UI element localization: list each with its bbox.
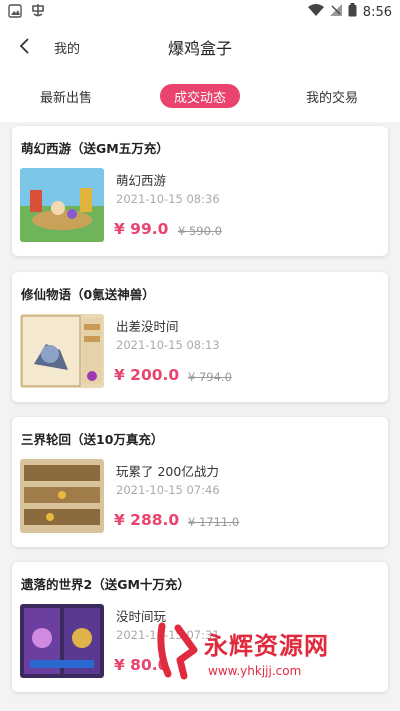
app-notification-icon [30, 2, 46, 22]
chevron-left-icon [18, 37, 30, 59]
game-thumbnail [20, 314, 104, 388]
deal-price: ¥ 200.0 [114, 366, 180, 384]
trade-card[interactable]: 修仙物语（0氪送神兽） 出差没时间 2021-10-15 08:13 ¥ 200… [12, 272, 388, 402]
deal-price: ¥ 288.0 [114, 511, 180, 529]
game-thumbnail [20, 459, 104, 533]
game-title: 遗落的世界2（送GM十万充） [21, 577, 190, 592]
original-price: ¥ 1711.0 [188, 515, 240, 529]
listing-name: 没时间玩 [116, 609, 167, 624]
listing-name: 玩累了 200亿战力 [116, 464, 219, 479]
deal-time: 2021-10-15 07:31 [116, 628, 220, 642]
back-label[interactable]: 我的 [54, 38, 80, 57]
tab-latest-sale[interactable]: 最新出售 [30, 84, 102, 108]
clock-time: 8:56 [362, 4, 392, 20]
game-title: 三界轮回（送10万真充） [21, 432, 164, 447]
deal-time: 2021-10-15 08:13 [116, 338, 220, 352]
signal-off-icon [329, 4, 342, 20]
deal-price: ¥ 99.0 [114, 220, 169, 238]
game-title: 修仙物语（0氪送神兽） [21, 287, 155, 302]
game-title: 萌幻西游（送GM五万充） [21, 141, 169, 156]
listing-name: 萌幻西游 [116, 173, 167, 188]
tab-my-trades[interactable]: 我的交易 [296, 84, 368, 108]
back-button[interactable] [10, 34, 38, 62]
trade-card[interactable]: 遗落的世界2（送GM十万充） 没时间玩 2021-10-15 07:31 ¥ 8… [12, 562, 388, 692]
game-thumbnail [20, 168, 104, 242]
deal-time: 2021-10-15 08:36 [116, 192, 220, 206]
status-bar: 8:56 [0, 0, 400, 24]
tab-bar: 最新出售 成交动态 我的交易 [0, 70, 400, 122]
deal-price: ¥ 80.0 [114, 656, 169, 674]
deal-time: 2021-10-15 07:46 [116, 483, 220, 497]
tab-deal-feed[interactable]: 成交动态 [160, 84, 240, 108]
nav-bar: 我的 爆鸡盒子 [0, 24, 400, 70]
original-price: ¥ 590.0 [178, 224, 222, 238]
trade-card[interactable]: 萌幻西游（送GM五万充） 萌幻西游 2021-10-15 08:36 ¥ 99.… [12, 126, 388, 256]
listing-name: 出差没时间 [116, 319, 179, 334]
wifi-icon [307, 4, 324, 20]
original-price: ¥ 794.0 [188, 370, 232, 384]
battery-icon [348, 3, 357, 21]
game-thumbnail [20, 604, 104, 678]
trade-card[interactable]: 三界轮回（送10万真充） 玩累了 200亿战力 2021-10-15 07:46… [12, 417, 388, 547]
gallery-icon [8, 3, 22, 22]
